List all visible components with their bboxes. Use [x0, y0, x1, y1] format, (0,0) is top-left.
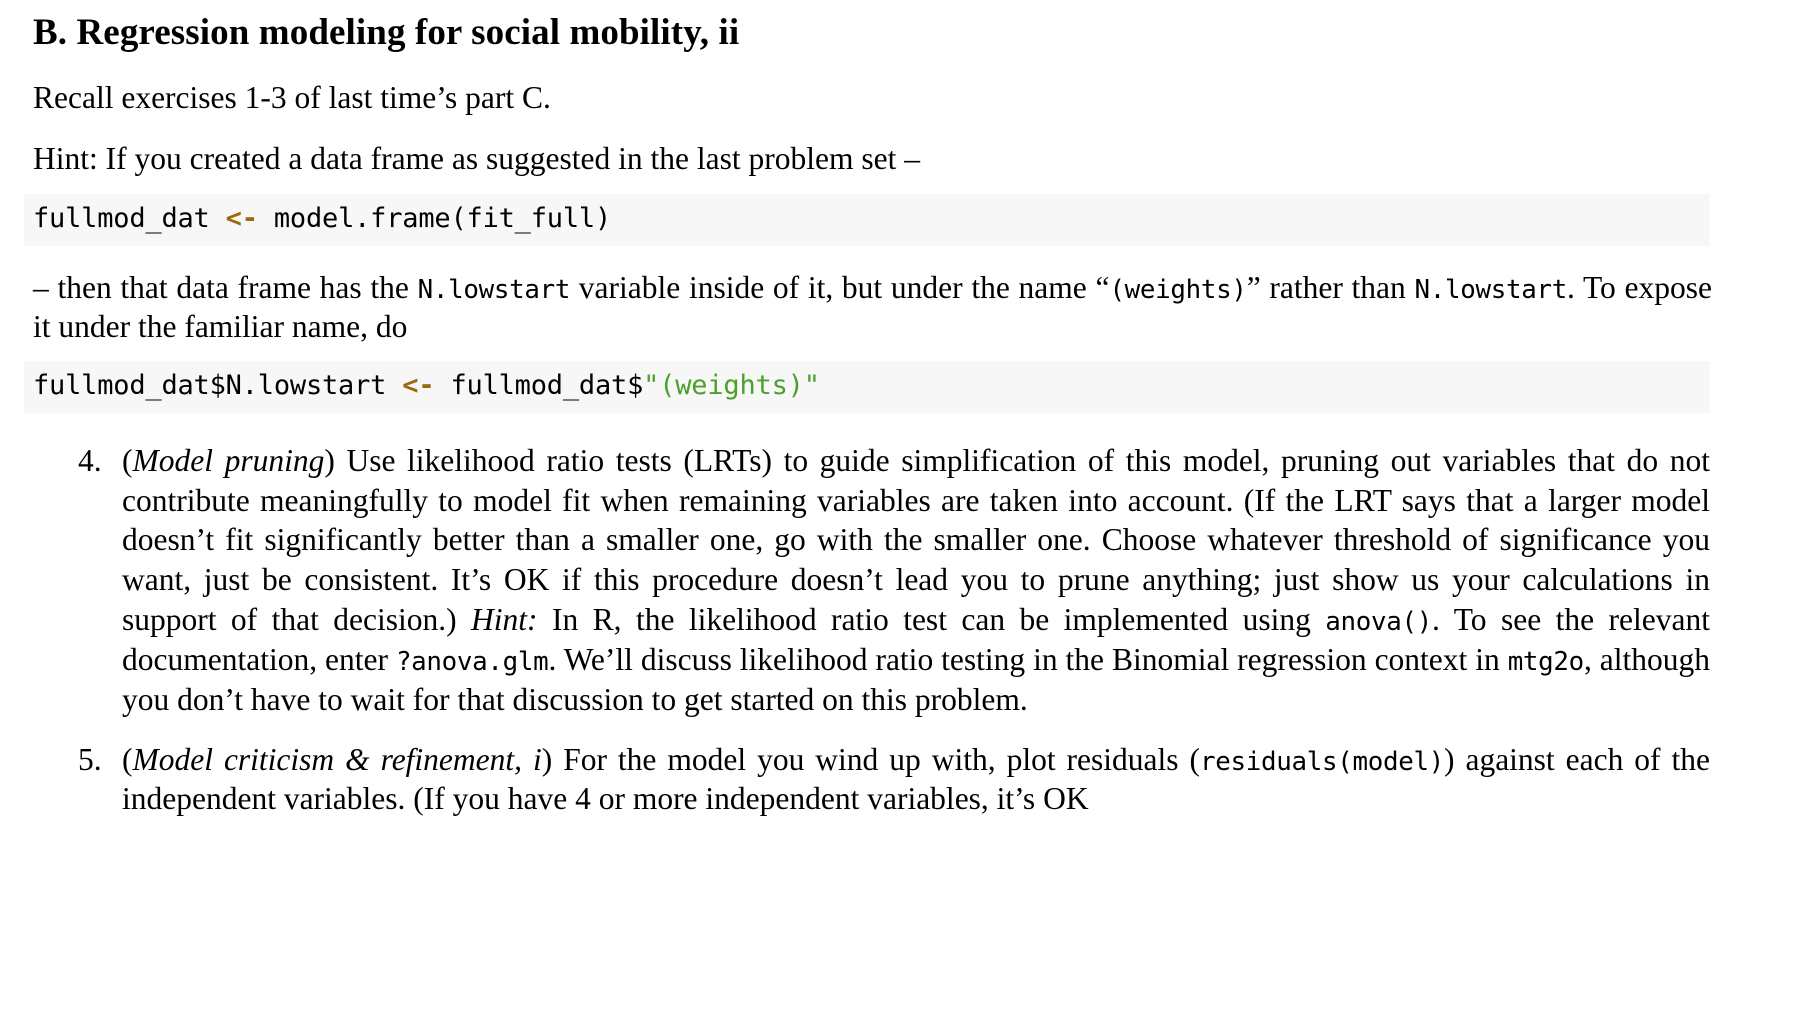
body-text: ( [122, 741, 133, 777]
exercise-list: 4. (Model pruning) Use likelihood ratio … [0, 413, 1798, 820]
code-text-after: model.frame(fit_full) [257, 203, 612, 235]
body-text: . We’ll discuss likelihood ratio testing… [548, 641, 1508, 677]
exercise-item-4: 4. (Model pruning) Use likelihood ratio … [0, 441, 1710, 720]
string-literal-token: "(weights)" [643, 370, 820, 402]
exercise-number: 5. [78, 741, 102, 777]
code-text-middle: fullmod_dat$ [434, 370, 644, 402]
inline-code: residuals(model) [1200, 746, 1444, 777]
emphasis-text: Model criticism & refinement, i [132, 741, 542, 777]
body-text: In R, the likelihood ratio test can be i… [537, 602, 1326, 638]
inline-code-n-lowstart-1: N.lowstart [417, 274, 571, 305]
code-block-fullmod-dat-assign: fullmod_dat <- model.frame(fit_full) [24, 194, 1710, 246]
inline-code: mtg2o [1507, 646, 1585, 677]
body-text: ( [122, 442, 133, 478]
exercise-body: (Model criticism & refinement, i) For th… [122, 740, 1710, 820]
emphasis-text: Hint: [471, 602, 538, 638]
inline-code: anova() [1325, 607, 1433, 638]
page-title: B. Regression modeling for social mobili… [33, 12, 740, 53]
paragraph-explain-weights: – then that data frame has the N.lowstar… [0, 246, 1798, 353]
paragraph-recall: Recall exercises 1-3 of last time’s part… [33, 79, 551, 115]
explain-part2: variable inside of it, but under the nam… [570, 269, 1110, 305]
code-block-expose-weights: fullmod_dat$N.lowstart <- fullmod_dat$"(… [24, 361, 1710, 413]
paragraph-hint-lead: Hint: If you created a data frame as sug… [33, 141, 920, 177]
explain-part3: ” rather than [1246, 269, 1415, 305]
code-text-before: fullmod_dat [33, 203, 226, 235]
emphasis-text: Model pruning [132, 442, 325, 478]
document-page: B. Regression modeling for social mobili… [0, 0, 1798, 1010]
inline-code: ?anova.glm [395, 646, 549, 677]
inline-code-weights: (weights) [1109, 274, 1247, 305]
exercise-number: 4. [78, 442, 102, 478]
body-text: ) For the model you wind up with, plot r… [541, 741, 1200, 777]
exercise-item-5: 5. (Model criticism & refinement, i) For… [0, 740, 1710, 820]
assign-operator-token: <- [402, 370, 435, 402]
explain-part1: – then that data frame has the [33, 269, 418, 305]
assign-operator-token: <- [225, 203, 258, 235]
code-text-before: fullmod_dat$N.lowstart [33, 370, 403, 402]
exercise-body: (Model pruning) Use likelihood ratio tes… [122, 441, 1710, 720]
inline-code-n-lowstart-2: N.lowstart [1414, 274, 1567, 305]
